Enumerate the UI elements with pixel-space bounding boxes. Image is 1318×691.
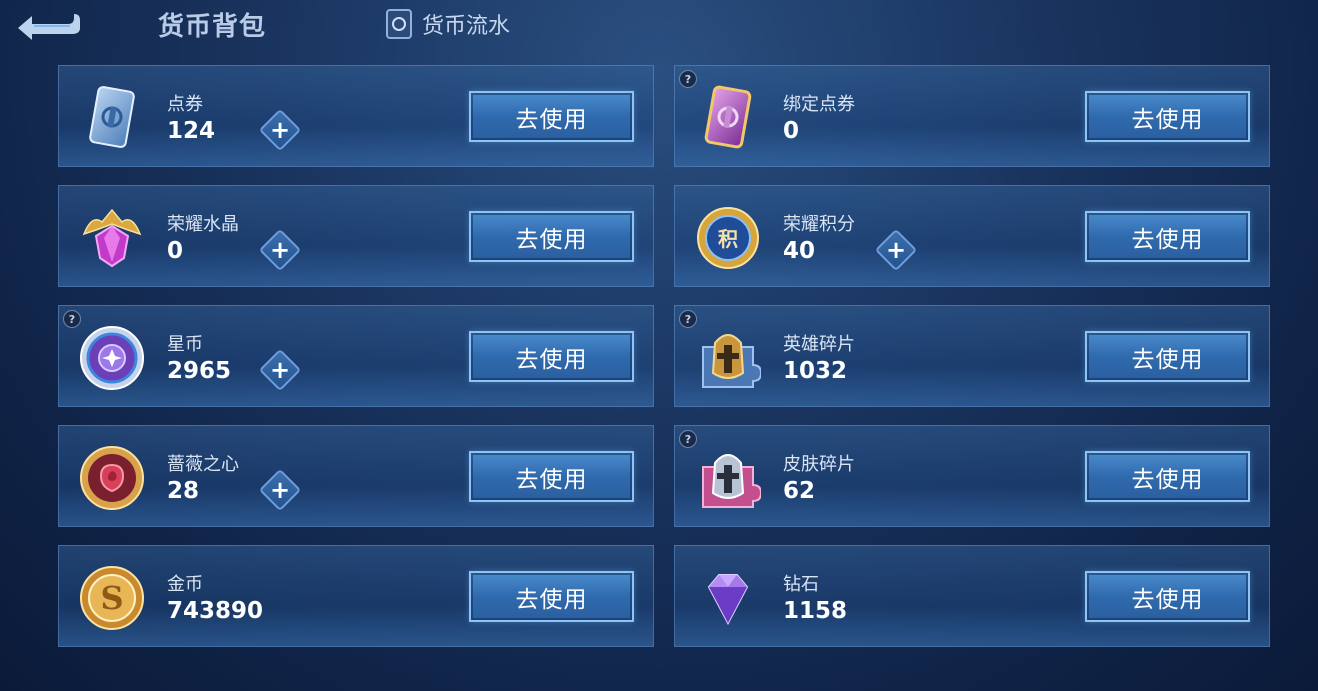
use-button[interactable]: 去使用 — [1085, 331, 1250, 382]
diamond-icon — [693, 563, 763, 633]
use-button[interactable]: 去使用 — [469, 211, 634, 262]
use-button[interactable]: 去使用 — [469, 451, 634, 502]
glory-points-icon: 积 — [693, 203, 763, 273]
star-coin-icon — [77, 323, 147, 393]
currency-card-coupon: 点券 124 + 去使用 — [58, 65, 654, 167]
currency-amount: 124 — [167, 118, 216, 144]
tab-currency-ledger[interactable]: 货币流水 — [386, 8, 510, 40]
ledger-icon — [386, 9, 412, 39]
currency-card-diamond: 钻石 1158 去使用 — [674, 545, 1270, 647]
skin-fragment-icon — [693, 443, 763, 513]
currency-amount: 28 — [167, 478, 200, 504]
currency-name: 蔷薇之心 — [167, 454, 239, 475]
currency-name: 荣耀积分 — [783, 214, 855, 235]
currency-amount: 0 — [783, 118, 800, 144]
bound-coupon-card-icon — [693, 83, 763, 153]
tab-currency-ledger-label: 货币流水 — [422, 14, 511, 39]
use-button[interactable]: 去使用 — [1085, 451, 1250, 502]
plus-icon: + — [269, 355, 291, 384]
gold-coin-icon: S — [77, 563, 147, 633]
currency-amount: 2965 — [167, 358, 232, 384]
use-button[interactable]: 去使用 — [1085, 211, 1250, 262]
currency-card-hero-fragment: ? 英雄碎片 1032 去使用 — [674, 305, 1270, 407]
currency-amount: 40 — [783, 238, 816, 264]
add-button[interactable]: + — [258, 108, 302, 152]
coupon-card-icon — [77, 83, 147, 153]
currency-card-bound-coupon: ? 绑定点券 0 去使用 — [674, 65, 1270, 167]
plus-icon: + — [269, 115, 291, 144]
svg-text:S: S — [100, 579, 123, 617]
add-button[interactable]: + — [874, 228, 918, 272]
hero-fragment-icon — [693, 323, 763, 393]
currency-card-rose-heart: 蔷薇之心 28 + 去使用 — [58, 425, 654, 527]
currency-name: 点券 — [167, 94, 203, 115]
currency-name: 钻石 — [783, 574, 819, 595]
currency-card-skin-fragment: ? 皮肤碎片 62 去使用 — [674, 425, 1270, 527]
currency-card-glory-points: 积 荣耀积分 40 + 去使用 — [674, 185, 1270, 287]
use-button[interactable]: 去使用 — [1085, 571, 1250, 622]
glory-crystal-icon — [77, 203, 147, 273]
currency-name: 荣耀水晶 — [167, 214, 239, 235]
add-button[interactable]: + — [258, 468, 302, 512]
currency-name: 星币 — [167, 334, 203, 355]
back-button[interactable] — [12, 6, 82, 40]
currency-name: 英雄碎片 — [783, 334, 855, 355]
currency-name: 皮肤碎片 — [783, 454, 855, 475]
page-title: 货币背包 — [158, 12, 267, 42]
currency-amount: 62 — [783, 478, 816, 504]
currency-card-star-coin: ? 星币 2965 + 去使用 — [58, 305, 654, 407]
use-button[interactable]: 去使用 — [469, 331, 634, 382]
use-button[interactable]: 去使用 — [1085, 91, 1250, 142]
currency-card-glory-crystal: 荣耀水晶 0 + 去使用 — [58, 185, 654, 287]
currency-amount: 1032 — [783, 358, 848, 384]
currency-amount: 743890 — [167, 598, 264, 624]
plus-icon: + — [269, 475, 291, 504]
use-button[interactable]: 去使用 — [469, 571, 634, 622]
currency-name: 绑定点券 — [783, 94, 855, 115]
currency-card-gold-coin: S 金币 743890 去使用 — [58, 545, 654, 647]
rose-heart-icon — [77, 443, 147, 513]
plus-icon: + — [885, 235, 907, 264]
currency-name: 金币 — [167, 574, 203, 595]
add-button[interactable]: + — [258, 228, 302, 272]
back-arrow-icon — [18, 14, 80, 40]
svg-text:积: 积 — [718, 227, 738, 251]
use-button[interactable]: 去使用 — [469, 91, 634, 142]
currency-amount: 1158 — [783, 598, 848, 624]
add-button[interactable]: + — [258, 348, 302, 392]
top-bar: 货币背包 货币流水 — [0, 0, 1318, 52]
currency-amount: 0 — [167, 238, 184, 264]
plus-icon: + — [269, 235, 291, 264]
